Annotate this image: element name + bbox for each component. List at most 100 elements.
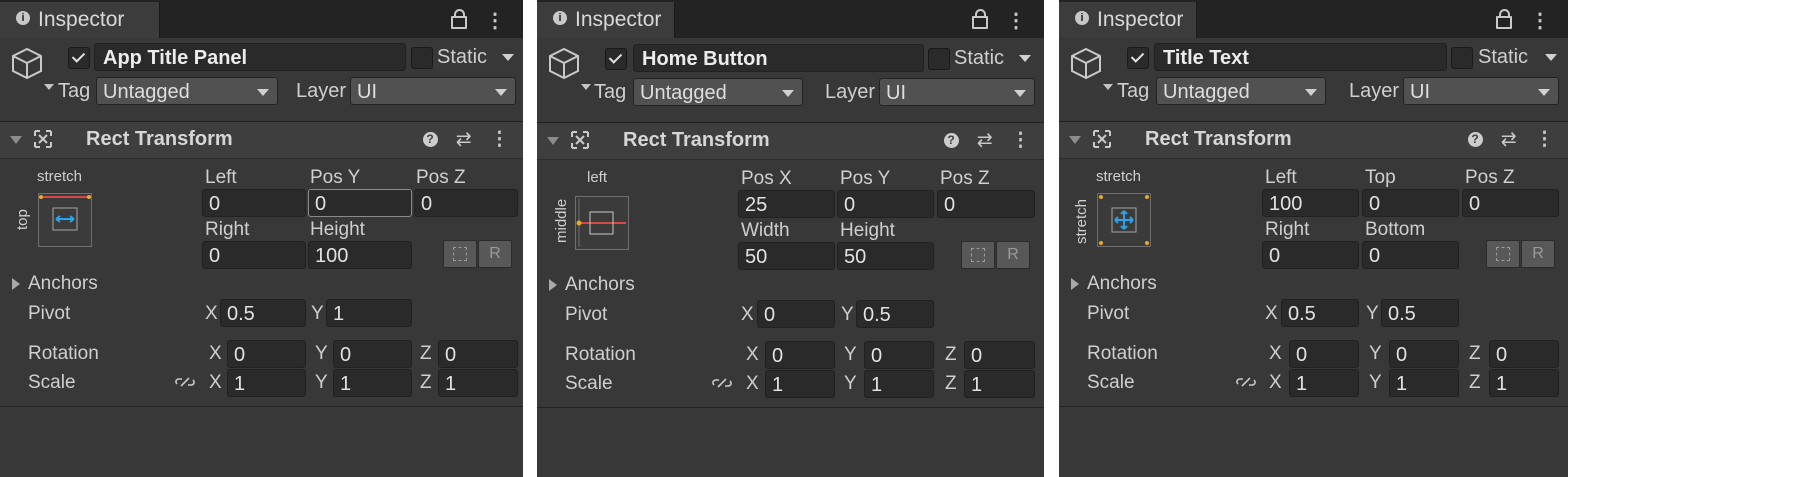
scale-y-field[interactable]: 1 bbox=[864, 370, 934, 398]
preset-sliders-icon[interactable]: ⇄ bbox=[456, 129, 472, 150]
blueprint-mode-button[interactable] bbox=[443, 240, 477, 268]
tab-inspector[interactable]: i Inspector bbox=[537, 2, 675, 38]
height-field[interactable]: 50 bbox=[837, 242, 934, 270]
foldout-arrow-icon[interactable] bbox=[547, 137, 559, 145]
right-field[interactable]: 0 bbox=[1262, 241, 1359, 269]
tab-inspector[interactable]: i Inspector bbox=[1059, 2, 1197, 38]
object-name-field[interactable]: App Title Panel bbox=[94, 43, 406, 71]
anchors-foldout-icon[interactable] bbox=[1071, 278, 1079, 290]
active-toggle[interactable] bbox=[68, 47, 90, 69]
foldout-arrow-icon[interactable] bbox=[10, 136, 22, 144]
pos-y-field[interactable]: 0 bbox=[308, 189, 412, 217]
gameobject-cube-icon[interactable] bbox=[547, 46, 581, 80]
active-toggle[interactable] bbox=[1127, 47, 1149, 69]
active-toggle[interactable] bbox=[605, 48, 627, 70]
left-field[interactable]: 0 bbox=[202, 189, 306, 217]
kebab-menu-icon[interactable]: ⋮ bbox=[1006, 10, 1026, 32]
static-toggle[interactable] bbox=[411, 47, 433, 69]
rect-transform-header[interactable]: Rect Transform ? ⇄ ⋮ bbox=[0, 121, 523, 159]
rotation-x-field[interactable]: 0 bbox=[765, 341, 835, 369]
scale-x-field[interactable]: 1 bbox=[765, 370, 835, 398]
pos-z-field[interactable]: 0 bbox=[1462, 189, 1559, 217]
foldout-arrow-icon[interactable] bbox=[1069, 136, 1081, 144]
rotation-z-field[interactable]: 0 bbox=[1489, 340, 1559, 368]
rect-transform-header[interactable]: Rect Transform ? ⇄ ⋮ bbox=[537, 122, 1044, 160]
scale-y-field[interactable]: 1 bbox=[1389, 369, 1459, 397]
pos-y-field[interactable]: 0 bbox=[837, 190, 934, 218]
static-toggle[interactable] bbox=[928, 48, 950, 70]
pivot-y-field[interactable]: 1 bbox=[326, 299, 412, 327]
top-field[interactable]: 0 bbox=[1362, 189, 1459, 217]
anchor-preset-button[interactable] bbox=[38, 193, 92, 247]
rotation-z-field[interactable]: 0 bbox=[964, 341, 1035, 369]
kebab-menu-icon[interactable]: ⋮ bbox=[485, 10, 505, 32]
scale-x-field[interactable]: 1 bbox=[1289, 369, 1359, 397]
pivot-y-field[interactable]: 0.5 bbox=[1381, 299, 1459, 327]
raw-edit-button[interactable]: R bbox=[478, 240, 512, 268]
pos-z-field[interactable]: 0 bbox=[414, 189, 518, 217]
rotation-y-field[interactable]: 0 bbox=[1389, 340, 1459, 368]
constrain-proportions-icon[interactable] bbox=[1236, 375, 1256, 389]
lock-icon[interactable] bbox=[972, 9, 989, 29]
anchors-foldout-icon[interactable] bbox=[549, 279, 557, 291]
blueprint-mode-button[interactable] bbox=[1486, 240, 1520, 268]
rotation-y-field[interactable]: 0 bbox=[864, 341, 934, 369]
tag-dropdown[interactable]: Untagged bbox=[633, 78, 803, 106]
help-icon[interactable]: ? bbox=[1467, 132, 1483, 148]
bottom-field[interactable]: 0 bbox=[1362, 241, 1459, 269]
rect-transform-header[interactable]: Rect Transform ? ⇄ ⋮ bbox=[1059, 121, 1568, 159]
lock-icon[interactable] bbox=[1496, 9, 1513, 29]
anchors-label[interactable]: Anchors bbox=[1087, 273, 1157, 295]
gameobject-cube-icon[interactable] bbox=[1069, 46, 1103, 80]
blueprint-mode-button[interactable] bbox=[961, 241, 995, 269]
left-field[interactable]: 100 bbox=[1262, 189, 1359, 217]
static-dropdown-arrow[interactable] bbox=[502, 54, 514, 61]
scale-x-field[interactable]: 1 bbox=[227, 369, 306, 397]
layer-dropdown[interactable]: UI bbox=[1403, 77, 1559, 105]
anchors-label[interactable]: Anchors bbox=[565, 274, 635, 296]
icon-dropdown-arrow[interactable] bbox=[581, 84, 591, 90]
scale-z-field[interactable]: 1 bbox=[1489, 369, 1559, 397]
tab-inspector[interactable]: i Inspector bbox=[0, 2, 160, 38]
layer-dropdown[interactable]: UI bbox=[879, 78, 1035, 106]
lock-icon[interactable] bbox=[451, 9, 468, 29]
kebab-menu-icon[interactable]: ⋮ bbox=[1535, 129, 1554, 150]
pivot-y-field[interactable]: 0.5 bbox=[856, 300, 934, 328]
icon-dropdown-arrow[interactable] bbox=[1103, 84, 1113, 90]
rotation-y-field[interactable]: 0 bbox=[333, 340, 412, 368]
constrain-proportions-icon[interactable] bbox=[175, 375, 195, 389]
preset-sliders-icon[interactable]: ⇄ bbox=[977, 130, 993, 151]
help-icon[interactable]: ? bbox=[943, 133, 959, 149]
right-field[interactable]: 0 bbox=[202, 241, 306, 269]
pos-x-field[interactable]: 25 bbox=[738, 190, 835, 218]
gameobject-cube-icon[interactable] bbox=[10, 46, 44, 80]
rotation-z-field[interactable]: 0 bbox=[438, 340, 518, 368]
anchor-preset-button[interactable] bbox=[1097, 193, 1151, 247]
rotation-x-field[interactable]: 0 bbox=[227, 340, 306, 368]
scale-y-field[interactable]: 1 bbox=[333, 369, 412, 397]
icon-dropdown-arrow[interactable] bbox=[44, 84, 54, 90]
constrain-proportions-icon[interactable] bbox=[712, 376, 732, 390]
kebab-menu-icon[interactable]: ⋮ bbox=[1530, 10, 1550, 32]
kebab-menu-icon[interactable]: ⋮ bbox=[1011, 130, 1030, 151]
scale-z-field[interactable]: 1 bbox=[438, 369, 518, 397]
anchor-preset-button[interactable] bbox=[575, 196, 629, 250]
preset-sliders-icon[interactable]: ⇄ bbox=[1501, 129, 1517, 150]
pivot-x-field[interactable]: 0 bbox=[757, 300, 835, 328]
raw-edit-button[interactable]: R bbox=[1521, 240, 1555, 268]
pivot-x-field[interactable]: 0.5 bbox=[220, 299, 306, 327]
anchors-label[interactable]: Anchors bbox=[28, 273, 98, 295]
tag-dropdown[interactable]: Untagged bbox=[1156, 77, 1326, 105]
rotation-x-field[interactable]: 0 bbox=[1289, 340, 1359, 368]
raw-edit-button[interactable]: R bbox=[996, 241, 1030, 269]
static-dropdown-arrow[interactable] bbox=[1545, 54, 1557, 61]
width-field[interactable]: 50 bbox=[738, 242, 835, 270]
height-field[interactable]: 100 bbox=[308, 241, 412, 269]
pivot-x-field[interactable]: 0.5 bbox=[1281, 299, 1359, 327]
static-dropdown-arrow[interactable] bbox=[1019, 55, 1031, 62]
object-name-field[interactable]: Home Button bbox=[633, 44, 924, 72]
scale-z-field[interactable]: 1 bbox=[964, 370, 1035, 398]
help-icon[interactable]: ? bbox=[422, 132, 438, 148]
object-name-field[interactable]: Title Text bbox=[1154, 43, 1447, 71]
layer-dropdown[interactable]: UI bbox=[350, 77, 516, 105]
